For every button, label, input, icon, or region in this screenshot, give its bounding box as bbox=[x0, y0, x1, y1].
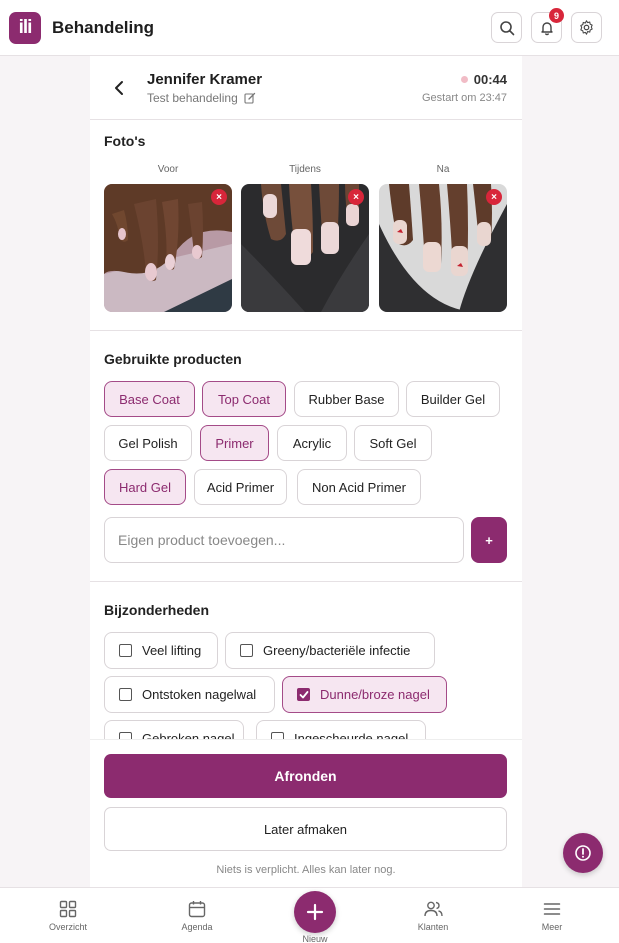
divider bbox=[90, 581, 522, 582]
nav-item-overview[interactable]: Overzicht bbox=[28, 900, 108, 932]
product-chip[interactable]: Builder Gel bbox=[406, 381, 500, 417]
checkbox-icon bbox=[119, 688, 132, 701]
photos-title: Foto's bbox=[104, 133, 146, 149]
top-bar: ili Behandeling 9 bbox=[0, 0, 619, 56]
detail-checkbox[interactable]: Dunne/broze nagel bbox=[282, 676, 447, 713]
remove-photo-button[interactable]: × bbox=[348, 189, 364, 205]
edit-icon[interactable] bbox=[244, 92, 256, 104]
timer: 00:44 bbox=[460, 72, 507, 87]
nav-label-new: Nieuw bbox=[302, 934, 328, 943]
info-icon bbox=[575, 845, 591, 861]
notification-badge: 9 bbox=[549, 8, 564, 23]
divider bbox=[90, 330, 522, 331]
nav-item-more[interactable]: Meer bbox=[512, 900, 592, 932]
action-footer: Afronden Later afmaken Niets is verplich… bbox=[90, 739, 522, 887]
app-logo[interactable]: ili bbox=[9, 11, 41, 44]
page-title: Behandeling bbox=[52, 17, 155, 37]
finish-later-button[interactable]: Later afmaken bbox=[104, 807, 507, 851]
search-icon bbox=[499, 20, 514, 35]
checkbox-icon bbox=[119, 644, 132, 657]
search-button[interactable] bbox=[491, 12, 522, 43]
client-name: Jennifer Kramer bbox=[147, 71, 263, 88]
product-chip[interactable]: Acrylic bbox=[277, 425, 347, 461]
settings-button[interactable] bbox=[571, 12, 602, 43]
photo-after[interactable]: × bbox=[379, 184, 507, 312]
top-actions: 9 bbox=[491, 8, 602, 43]
recording-dot bbox=[460, 76, 468, 83]
users-icon bbox=[423, 901, 443, 917]
bottom-nav: Overzicht Agenda Nieuw Klanten Meer bbox=[0, 887, 619, 943]
checkbox-label: Greeny/bacteriële infectie bbox=[263, 643, 411, 658]
photo-label-before: Voor bbox=[157, 164, 179, 175]
photo-label-during: Tijdens bbox=[289, 164, 321, 175]
product-chip[interactable]: Hard Gel bbox=[104, 469, 186, 505]
details-title: Bijzonderheden bbox=[104, 602, 210, 618]
remove-photo-button[interactable]: × bbox=[486, 189, 502, 205]
nav-item-clients[interactable]: Klanten bbox=[393, 900, 473, 932]
nav-label: Overzicht bbox=[48, 922, 87, 932]
finish-button[interactable]: Afronden bbox=[104, 754, 507, 798]
plus-icon bbox=[306, 903, 324, 921]
treatment-panel: Jennifer Kramer Test behandeling 00:44 G… bbox=[90, 56, 522, 887]
checkbox-label: Veel lifting bbox=[142, 643, 202, 658]
back-arrow-icon[interactable] bbox=[110, 78, 130, 98]
remove-photo-button[interactable]: × bbox=[211, 189, 227, 205]
gear-icon bbox=[580, 20, 593, 35]
start-time: Gestart om 23:47 bbox=[422, 92, 507, 104]
product-chip[interactable]: Gel Polish bbox=[104, 425, 192, 461]
photo-label-after: Na bbox=[436, 164, 450, 175]
checkmark-icon bbox=[297, 688, 310, 701]
nav-item-agenda[interactable]: Agenda bbox=[157, 900, 237, 932]
product-chip[interactable]: Rubber Base bbox=[294, 381, 399, 417]
checkbox-icon bbox=[240, 644, 253, 657]
detail-checkbox[interactable]: Ontstoken nagelwal bbox=[104, 676, 275, 713]
checkbox-label: Ontstoken nagelwal bbox=[142, 687, 257, 702]
treatment-name: Test behandeling bbox=[147, 91, 238, 105]
detail-checkbox[interactable]: Veel lifting bbox=[104, 632, 218, 669]
product-chip[interactable]: Non Acid Primer bbox=[297, 469, 421, 505]
add-product-button[interactable]: + bbox=[471, 517, 507, 563]
product-chip[interactable]: Primer bbox=[200, 425, 269, 461]
product-chip[interactable]: Top Coat bbox=[202, 381, 286, 417]
treatment-subtitle: Test behandeling bbox=[147, 91, 256, 105]
footer-hint: Niets is verplicht. Alles kan later nog. bbox=[216, 864, 396, 876]
product-chip[interactable]: Soft Gel bbox=[354, 425, 432, 461]
treatment-header: Jennifer Kramer Test behandeling 00:44 G… bbox=[90, 56, 522, 120]
detail-checkbox[interactable]: Greeny/bacteriële infectie bbox=[225, 632, 435, 669]
photo-after-image bbox=[379, 184, 507, 312]
nav-label: Agenda bbox=[181, 922, 213, 932]
grid-icon bbox=[59, 900, 77, 918]
product-chip[interactable]: Base Coat bbox=[104, 381, 195, 417]
photo-before-image bbox=[104, 184, 232, 312]
nav-label: Meer bbox=[541, 922, 563, 932]
photo-before[interactable]: × bbox=[104, 184, 232, 312]
nav-label: Klanten bbox=[417, 922, 449, 932]
photo-during-image bbox=[241, 184, 369, 312]
menu-icon bbox=[543, 903, 561, 915]
new-treatment-button[interactable] bbox=[294, 891, 336, 933]
notifications-button[interactable]: 9 bbox=[531, 8, 564, 43]
product-chip[interactable]: Acid Primer bbox=[194, 469, 287, 505]
calendar-icon bbox=[188, 901, 206, 918]
help-button[interactable] bbox=[563, 833, 603, 873]
photo-during[interactable]: × bbox=[241, 184, 369, 312]
products-title: Gebruikte producten bbox=[104, 351, 242, 367]
custom-product-input[interactable] bbox=[104, 517, 464, 563]
timer-value: 00:44 bbox=[473, 72, 507, 87]
checkbox-label: Dunne/broze nagel bbox=[320, 687, 430, 702]
